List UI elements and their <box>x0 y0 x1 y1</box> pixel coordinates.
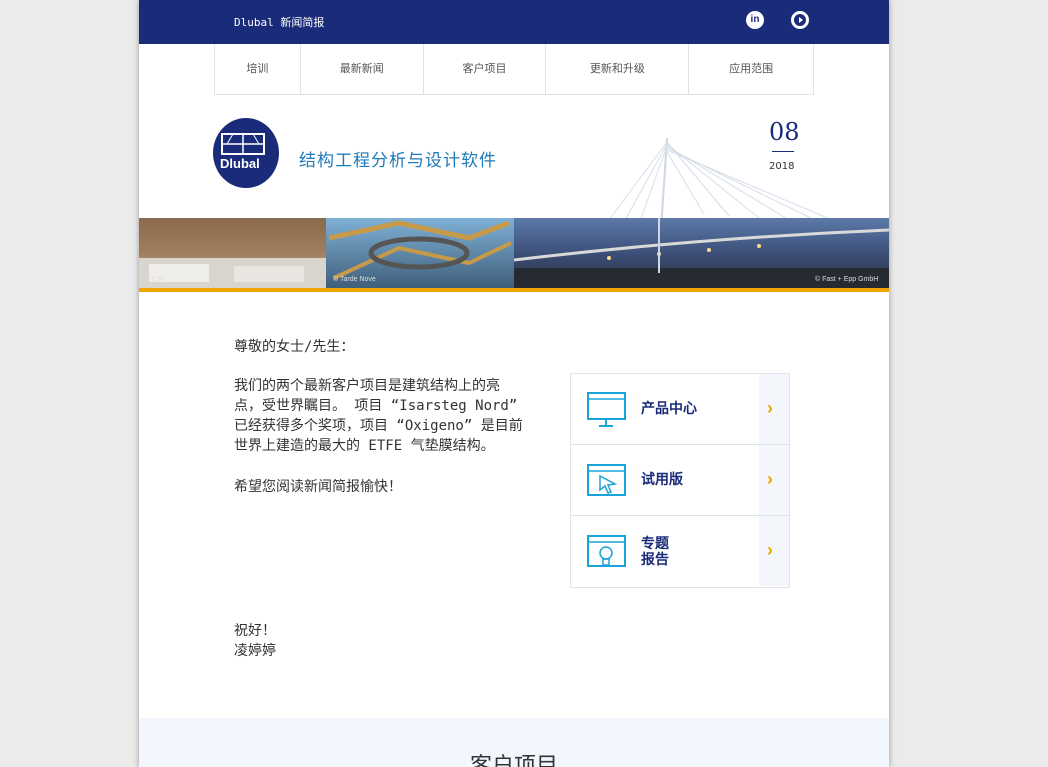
lightbulb-window-icon <box>587 535 626 567</box>
logo-text: Dlubal <box>220 156 260 171</box>
nav-item-applications[interactable]: 应用范围 <box>689 44 813 94</box>
linkedin-icon[interactable]: in <box>746 11 764 29</box>
dlubal-logo[interactable]: Dlubal <box>213 118 279 188</box>
link-label: 产品中心 <box>641 401 697 417</box>
monitor-icon <box>587 392 626 427</box>
link-trial-version[interactable]: 试用版 › <box>571 445 789 516</box>
youtube-icon[interactable] <box>791 11 809 29</box>
nav-item-updates[interactable]: 更新和升级 <box>546 44 690 94</box>
quick-links-box: 产品中心 › 试用版 › 专题 报告 › <box>570 373 790 588</box>
logo-bridge-icon <box>221 133 265 155</box>
top-bar: Dlubal 新闻简报 in <box>139 0 889 44</box>
banner-accent-stripe <box>139 288 889 292</box>
brand-title: Dlubal 新闻简报 <box>234 16 325 29</box>
letter-body-line: 点，受世界瞩目。 项目 “Isarsteg Nord” <box>234 398 518 414</box>
main-nav: 培训 最新新闻 客户项目 更新和升级 应用范围 <box>214 44 814 95</box>
nav-item-customer-projects[interactable]: 客户项目 <box>424 44 547 94</box>
chevron-right-icon: › <box>767 398 773 418</box>
newsletter-page: Dlubal 新闻简报 in 培训 最新新闻 客户项目 更新和升级 应用范围 D… <box>139 0 889 767</box>
link-label: 专题 <box>641 536 669 552</box>
cursor-window-icon <box>587 464 626 496</box>
letter-body-line: 我们的两个最新客户项目是建筑结构上的亮 <box>234 378 500 394</box>
letter-closing-wish: 希望您阅读新闻简报愉快！ <box>234 479 402 495</box>
chevron-right-icon: › <box>767 469 773 489</box>
letter-body-line: 世界上建造的最大的 ETFE 气垫膜结构。 <box>234 438 495 454</box>
link-label: 试用版 <box>641 472 683 488</box>
link-label: 报告 <box>641 552 669 568</box>
letter-greeting: 尊敬的女士/先生： <box>234 339 355 355</box>
photo-credit-2: © Tarde Nove <box>333 276 376 283</box>
chevron-right-icon: › <box>767 540 773 560</box>
letter-regards: 祝好！ <box>234 623 276 639</box>
tagline: 结构工程分析与设计软件 <box>299 151 497 171</box>
photo-credit-3: © Fast + Epp GmbH <box>815 276 879 283</box>
bridge-pylon-illustration <box>609 137 838 230</box>
link-topic-reports[interactable]: 专题 报告 › <box>571 516 789 586</box>
link-product-center[interactable]: 产品中心 › <box>571 374 789 445</box>
header-banner-image <box>139 218 889 288</box>
photo-credit-1: © LST <box>145 276 165 283</box>
section-title: 客户项目 <box>469 754 558 767</box>
letter-body-line: 已经获得多个奖项，项目 “Oxigeno” 是目前 <box>234 418 523 434</box>
nav-item-training[interactable]: 培训 <box>215 44 301 94</box>
letter-signature: 凌婷婷 <box>234 643 276 659</box>
nav-item-news[interactable]: 最新新闻 <box>301 44 424 94</box>
